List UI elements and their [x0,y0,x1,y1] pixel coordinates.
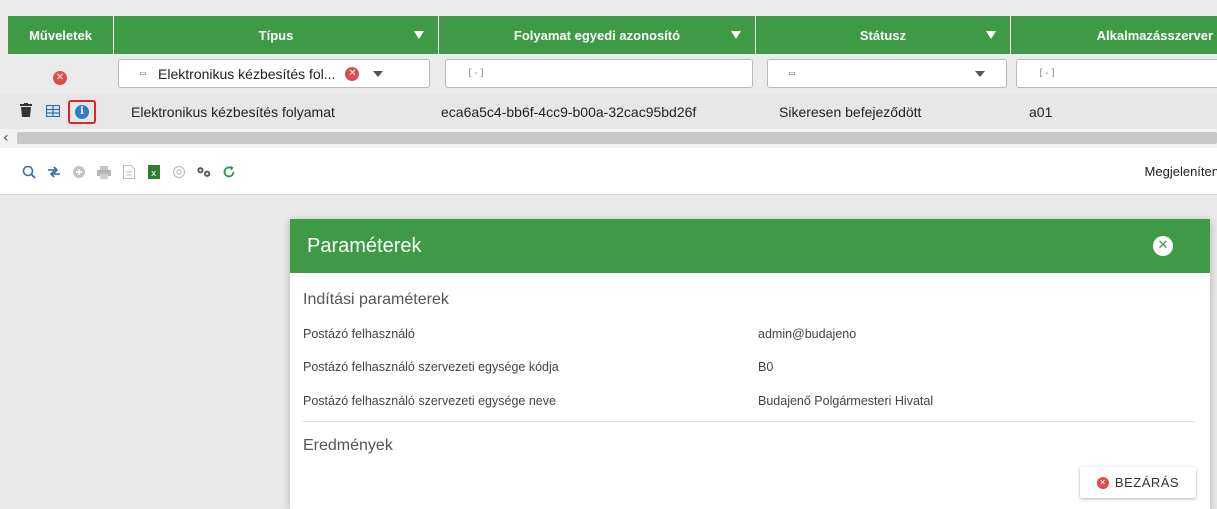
refresh-button[interactable] [221,164,237,180]
section-title-results: Eredmények [303,437,393,454]
column-header-muveletek: Műveletek [8,16,114,54]
column-header-label: Műveletek [29,27,92,43]
email-icon [172,165,186,179]
delete-button[interactable] [20,103,32,120]
info-icon: i [75,104,89,119]
email-button[interactable] [171,164,187,180]
data-grid: Műveletek Típus Folyamat egyedi azonosít… [0,0,1217,195]
document-button[interactable] [121,164,137,180]
swap-icon [48,166,60,178]
filter-row: ✕ ▭ Elektronikus kézbesítés fol... ✕ [-]… [0,54,1217,94]
list-icon: ▭ [140,68,147,79]
column-header-label: Típus [258,27,294,43]
grid-header-row: Műveletek Típus Folyamat egyedi azonosít… [0,0,1217,54]
add-icon [73,166,85,178]
scroll-left-icon[interactable]: ‹ [3,130,9,146]
trash-icon [20,103,32,117]
search-icon [22,165,36,179]
param-row: Postázó felhasználó szervezeti egysége k… [303,356,1195,380]
dialog-title: Paraméterek [307,234,422,257]
dialog-header: Paraméterek ✕ [290,219,1210,273]
document-icon [123,165,135,179]
column-header-alkalmazasszerver[interactable]: Alkalmazásszerver [1011,16,1217,54]
param-value: B0 [758,360,774,374]
clear-filters-button[interactable]: ✕ [53,67,67,85]
param-key: Postázó felhasználó [303,327,415,341]
grid-toolbar: x Megjeleníten [0,159,1217,185]
settings-button[interactable] [196,164,212,180]
settings-icon [197,167,211,177]
text-filter-icon: [-] [1038,68,1057,79]
clear-icon: ✕ [53,71,67,85]
close-icon: ✕ [1096,476,1109,489]
swap-button[interactable] [46,164,62,180]
statusz-filter-select[interactable]: ▭ [767,59,1007,88]
cell-tipus: Elektronikus kézbesítés folyamat [131,103,335,120]
close-icon[interactable]: ✕ [1153,236,1173,256]
szerver-filter-input[interactable]: [-] [1016,59,1217,88]
horizontal-scrollbar[interactable]: ‹ [0,129,1217,148]
column-header-label: Státusz [859,27,907,43]
table-icon [45,104,61,117]
column-header-tipus[interactable]: Típus [114,16,439,54]
excel-icon: x [148,165,160,179]
column-header-statusz[interactable]: Státusz [756,16,1011,54]
excel-export-button[interactable]: x [146,164,162,180]
cell-azonosito: eca6a5c4-bb6f-4cc9-b00a-32cac95bd26f [441,103,697,120]
scrollbar-thumb[interactable] [17,132,1217,144]
param-row: Postázó felhasználó szervezeti egysége n… [303,390,1195,414]
info-button[interactable]: i [68,99,96,124]
tipus-filter-select[interactable]: ▭ Elektronikus kézbesítés fol... ✕ [118,59,430,88]
param-value: admin@budajeno [758,327,857,341]
param-row: Postázó felhasználó admin@budajeno [303,323,1195,347]
row-actions: i [20,94,96,129]
chevron-down-icon[interactable] [373,70,384,77]
add-button[interactable] [71,164,87,180]
table-row[interactable]: i Elektronikus kézbesítés folyamat eca6a… [0,94,1217,129]
column-header-label: Alkalmazásszerver [1096,27,1213,43]
close-button-label: BEZÁRÁS [1114,475,1180,490]
column-header-label: Folyamat egyedi azonosító [513,27,681,43]
text-filter-icon: [-] [467,68,486,79]
print-icon [97,165,111,179]
filter-icon[interactable] [731,31,741,39]
clear-selection-icon[interactable]: ✕ [345,66,360,81]
cell-szerver: a01 [1029,103,1053,120]
tipus-filter-value: Elektronikus kézbesítés fol... [158,65,336,82]
filter-icon[interactable] [414,31,424,39]
svg-text:x: x [151,169,157,179]
filter-icon[interactable] [986,31,996,39]
section-title-start-params: Indítási paraméterek [303,291,449,308]
param-key: Postázó felhasználó szervezeti egysége n… [303,394,556,408]
param-value: Budajenő Polgármesteri Hivatal [758,394,934,408]
param-key: Postázó felhasználó szervezeti egysége k… [303,360,559,374]
chevron-down-icon[interactable] [975,71,985,77]
azonosito-filter-input[interactable]: [-] [445,59,753,88]
cell-statusz: Sikeresen befejeződött [779,103,922,120]
refresh-icon [223,165,235,178]
print-button[interactable] [96,164,112,180]
display-settings-label[interactable]: Megjeleníten [1145,164,1217,179]
search-button[interactable] [21,164,37,180]
divider [303,421,1195,422]
list-icon: ▭ [789,68,796,79]
table-view-button[interactable] [45,104,61,120]
parameters-dialog: Paraméterek ✕ Indítási paraméterek Postá… [290,219,1210,509]
column-header-azonosito[interactable]: Folyamat egyedi azonosító [439,16,756,54]
close-button[interactable]: ✕ BEZÁRÁS [1080,467,1196,498]
